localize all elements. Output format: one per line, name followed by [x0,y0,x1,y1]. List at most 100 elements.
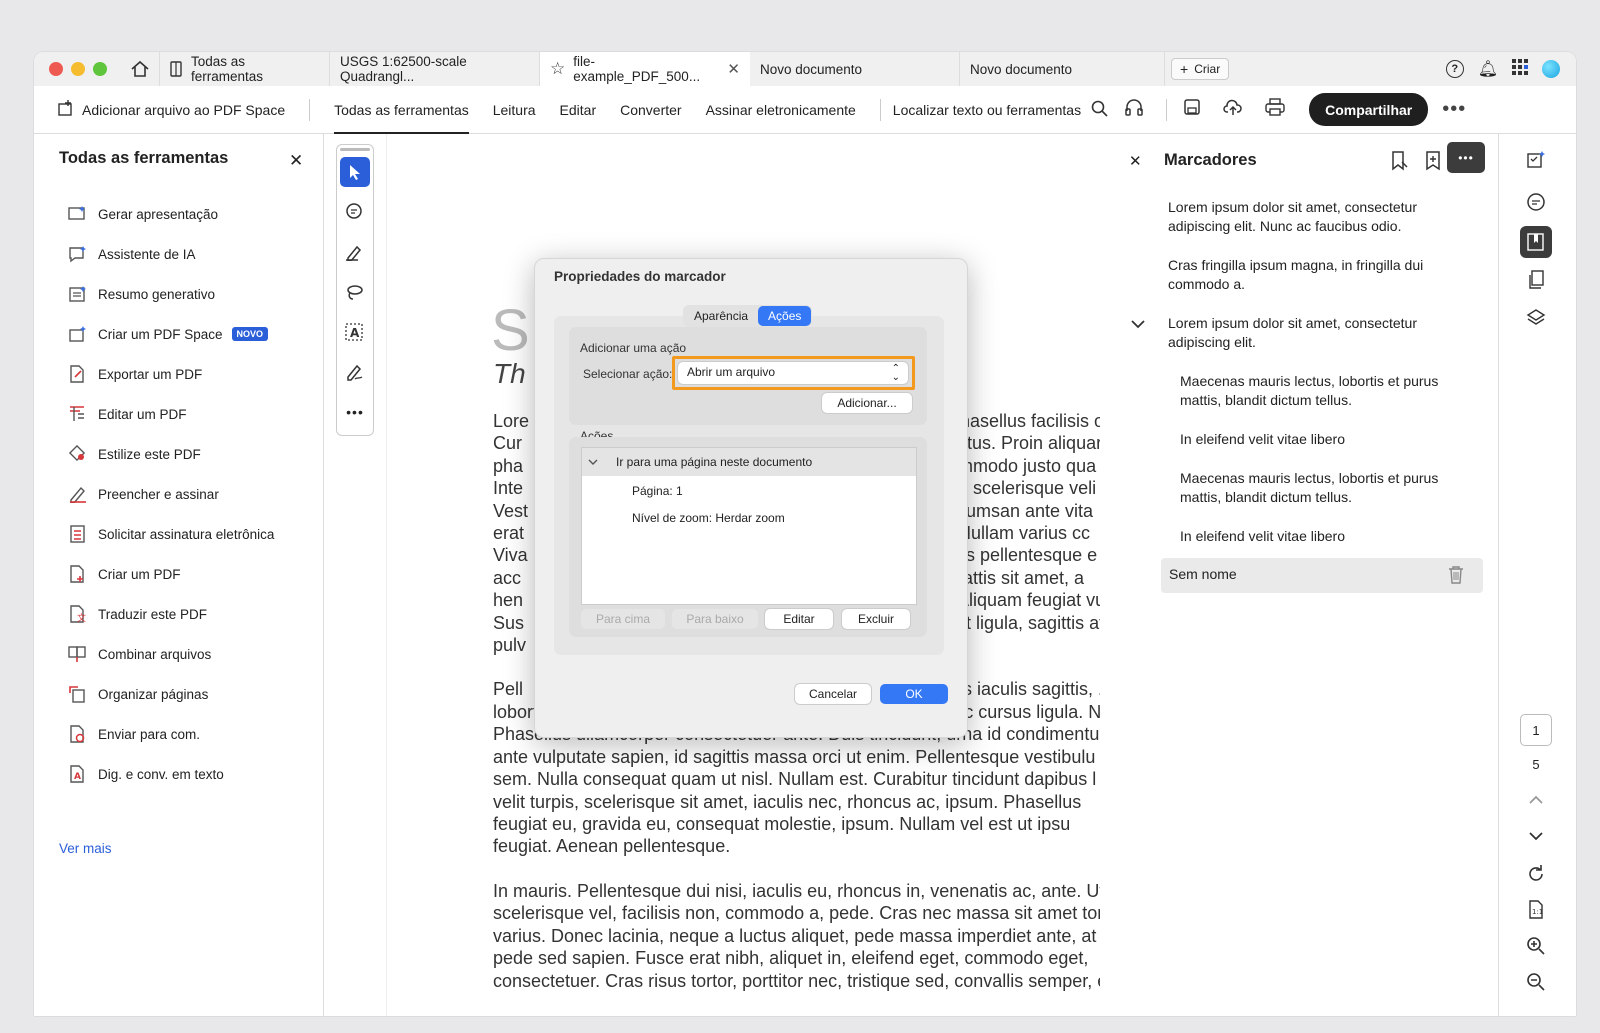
tab-all-tools[interactable]: Todas as ferramentas [160,52,330,86]
minimize-window-button[interactable] [71,62,85,76]
add-to-pdf-space-button[interactable]: Adicionar arquivo ao PDF Space [56,86,285,134]
ai-tools-icon[interactable] [1520,144,1552,176]
bookmark-item[interactable]: In eleifend velit vitae libero [1180,527,1345,546]
tool-combine-files[interactable]: Combinar arquivos [67,634,274,674]
pages-icon[interactable] [1520,264,1552,296]
bookmark-item[interactable]: Lorem ipsum dolor sit amet, consectetur a… [1168,314,1417,352]
menu-convert[interactable]: Converter [620,86,681,134]
tab-actions[interactable]: Ações [758,306,812,326]
see-more-link[interactable]: Ver mais [59,841,112,856]
sign-tool-icon[interactable] [340,357,370,387]
share-button[interactable]: Compartilhar [1309,93,1429,126]
tool-organize-pages[interactable]: Organizar páginas [67,674,274,714]
page-fit-icon[interactable]: 1:1 [1520,894,1552,926]
tab-novo-documento-1[interactable]: Novo documento [750,52,960,86]
trash-icon[interactable] [1447,565,1465,590]
window-controls [34,62,122,76]
bell-icon[interactable]: 🔔︎ [1478,59,1498,79]
tool-generative-summary[interactable]: Resumo generativo [67,274,274,314]
layers-icon[interactable] [1520,302,1552,334]
bookmark-item[interactable]: Lorem ipsum dolor sit amet, consectetur a… [1168,198,1417,236]
comments-icon[interactable] [1520,186,1552,218]
chevron-down-icon[interactable] [1520,820,1552,852]
menu-all-tools[interactable]: Todas as ferramentas [334,86,469,134]
text-line: pulv [493,635,527,656]
tool-send-for-comments[interactable]: Enviar para com. [67,714,274,754]
upload-cloud-icon[interactable] [1223,98,1243,121]
rotate-icon[interactable] [1520,858,1552,890]
save-icon[interactable] [1183,98,1201,121]
actions-list[interactable]: Ir para uma página neste documento Págin… [581,447,917,605]
tool-export-pdf[interactable]: Exportar um PDF [67,354,274,394]
close-tab-icon[interactable]: ✕ [727,60,740,78]
new-bookmark-icon[interactable] [1425,151,1441,176]
bookmarks-title: Marcadores [1164,151,1257,169]
action-item[interactable]: Ir para uma página neste documento [582,448,916,476]
bookmark-item[interactable]: Maecenas mauris lectus, lobortis et puru… [1180,372,1438,410]
page-number-input[interactable]: 1 [1520,714,1552,746]
tool-fill-sign[interactable]: Preencher e assinar [67,474,274,514]
help-icon[interactable]: ? [1445,60,1464,78]
home-icon[interactable] [122,52,160,86]
more-options-icon[interactable]: ••• [1442,98,1466,121]
avatar[interactable] [1542,60,1560,78]
drag-handle[interactable] [340,148,370,151]
cancel-button[interactable]: Cancelar [795,684,871,704]
tab-novo-documento-2[interactable]: Novo documento [960,52,1165,86]
text-line: pede sed sapien. Fusce erat nibh, alique… [493,948,1089,969]
tool-translate-pdf[interactable]: 文 Traduzir este PDF [67,594,274,634]
maximize-window-button[interactable] [93,62,107,76]
close-icon[interactable]: ✕ [289,151,303,171]
print-icon[interactable] [1265,98,1285,121]
close-window-button[interactable] [49,62,63,76]
tool-create-pdf[interactable]: Criar um PDF [67,554,274,594]
edit-action-button[interactable]: Editar [765,609,833,629]
zoom-out-icon[interactable] [1520,966,1552,998]
highlight-tool-icon[interactable] [340,237,370,267]
tool-create-pdf-space[interactable]: Criar um PDF Space NOVO [67,314,274,354]
new-tab-button[interactable]: + Criar [1171,58,1230,80]
find-tools-button[interactable]: Localizar texto ou ferramentas [893,86,1108,134]
move-up-button[interactable]: Para cima [581,609,665,629]
move-down-button[interactable]: Para baixo [672,609,758,629]
select-tool-icon[interactable] [340,157,370,187]
text-line: elit ligula, sagittis at [948,612,1105,633]
comment-tool-icon[interactable] [340,197,370,227]
delete-action-button[interactable]: Excluir [842,609,910,629]
tool-ai-assistant[interactable]: Assistente de IA [67,234,274,274]
menu-read[interactable]: Leitura [493,86,536,134]
menu-edit[interactable]: Editar [560,86,597,134]
star-icon[interactable]: ☆ [550,59,565,79]
tool-edit-pdf[interactable]: Editar um PDF [67,394,274,434]
close-icon[interactable]: ✕ [1129,152,1142,170]
headphones-icon[interactable] [1124,98,1144,121]
tab-appearance[interactable]: Aparência [684,306,758,326]
bookmark-item[interactable]: Cras fringilla ipsum magna, in fringilla… [1168,256,1423,294]
chevron-down-icon[interactable] [1131,316,1145,334]
bookmark-item-selected[interactable]: Sem nome [1161,558,1483,593]
add-action-button[interactable]: Adicionar... [822,393,912,413]
add-bookmark-icon[interactable] [1390,151,1408,176]
text-line: acc [493,567,522,588]
chevron-down-icon[interactable] [588,455,598,469]
text-line: Cur [493,433,523,454]
ok-button[interactable]: OK [880,684,948,704]
tool-generate-presentation[interactable]: Gerar apresentação [67,194,274,234]
translate-icon: 文 [67,603,89,625]
tab-usgs[interactable]: USGS 1:62500-scale Quadrangl... [330,52,540,86]
zoom-in-icon[interactable] [1520,930,1552,962]
more-tools-icon[interactable]: ••• [340,397,370,427]
draw-tool-icon[interactable] [340,277,370,307]
menu-sign[interactable]: Assinar eletronicamente [706,86,856,134]
bookmarks-rail-icon[interactable] [1520,226,1552,258]
bookmark-item[interactable]: In eleifend velit vitae libero [1180,430,1345,449]
bookmark-item[interactable]: Maecenas mauris lectus, lobortis et puru… [1180,469,1438,507]
tab-file-example[interactable]: ☆ file-example_PDF_500... ✕ [540,52,750,86]
text-tool-icon[interactable]: A [340,317,370,347]
tool-scan-ocr[interactable]: A Dig. e conv. em texto [67,754,274,794]
apps-grid-icon[interactable] [1512,58,1528,80]
bookmark-options-button[interactable]: ••• [1447,142,1485,173]
tool-request-esign[interactable]: Solicitar assinatura eletrônica [67,514,274,554]
tool-style-pdf[interactable]: Estilize este PDF [67,434,274,474]
chevron-up-icon[interactable] [1520,784,1552,816]
